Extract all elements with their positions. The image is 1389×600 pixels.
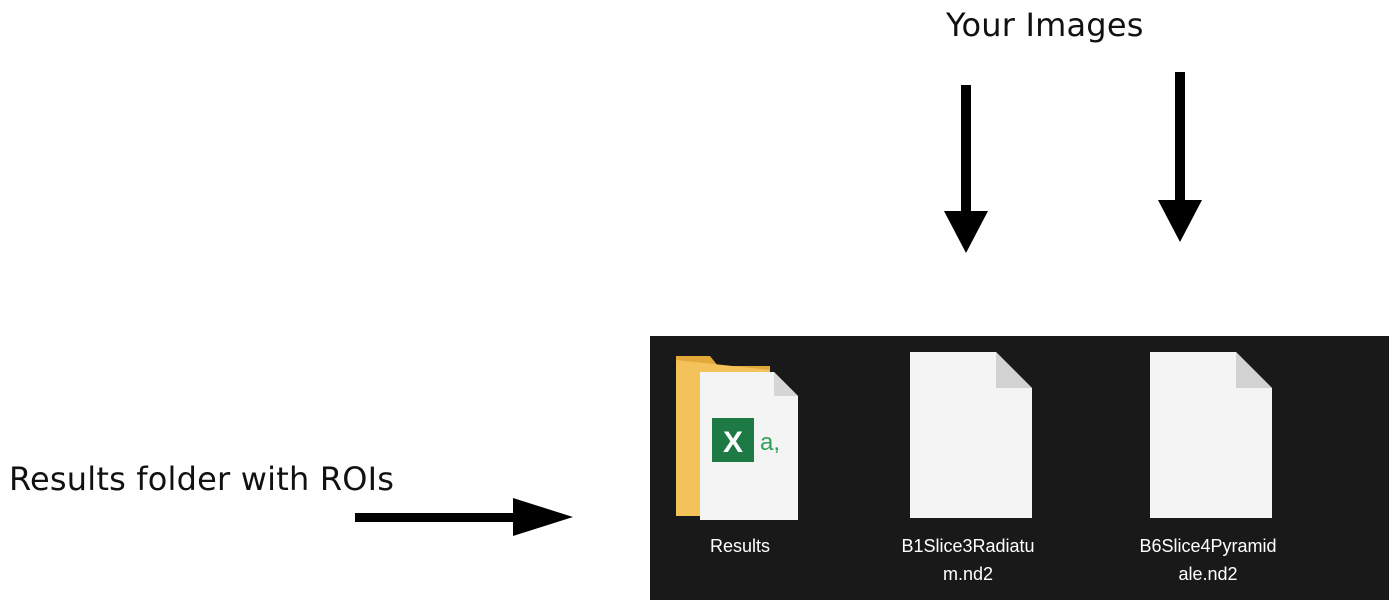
file-explorer-view: X a, Results B1Slice3Radiatu m.nd2 B6Sli… — [650, 336, 1389, 600]
file-item-b1slice3[interactable]: B1Slice3Radiatu m.nd2 — [878, 336, 1038, 600]
blank-file-icon — [910, 352, 1032, 518]
folder-with-excel-file-icon: X a, — [676, 356, 798, 520]
your-images-caption: Your Images — [946, 6, 1144, 44]
file-label-b6slice4: B6Slice4Pyramid ale.nd2 — [1118, 532, 1298, 588]
down-arrow-icon — [944, 85, 988, 253]
file-label-b1slice3: B1Slice3Radiatu m.nd2 — [878, 532, 1058, 588]
right-arrow-icon — [355, 498, 573, 536]
file-item-b6slice4[interactable]: B6Slice4Pyramid ale.nd2 — [1118, 336, 1278, 600]
results-folder-item[interactable]: X a, Results — [670, 336, 830, 600]
file-label-line: B6Slice4Pyramid — [1139, 536, 1277, 556]
blank-file-icon — [1150, 352, 1272, 518]
results-folder-label: Results — [709, 536, 771, 556]
excel-badge-text: a, — [760, 429, 780, 456]
down-arrow-icon — [1158, 72, 1202, 242]
excel-badge-letter: X — [723, 426, 743, 459]
file-label-line: ale.nd2 — [1178, 564, 1238, 584]
file-label-line: B1Slice3Radiatu — [901, 536, 1035, 556]
results-folder-caption: Results folder with ROIs — [9, 460, 395, 498]
file-label-line: m.nd2 — [942, 564, 994, 584]
